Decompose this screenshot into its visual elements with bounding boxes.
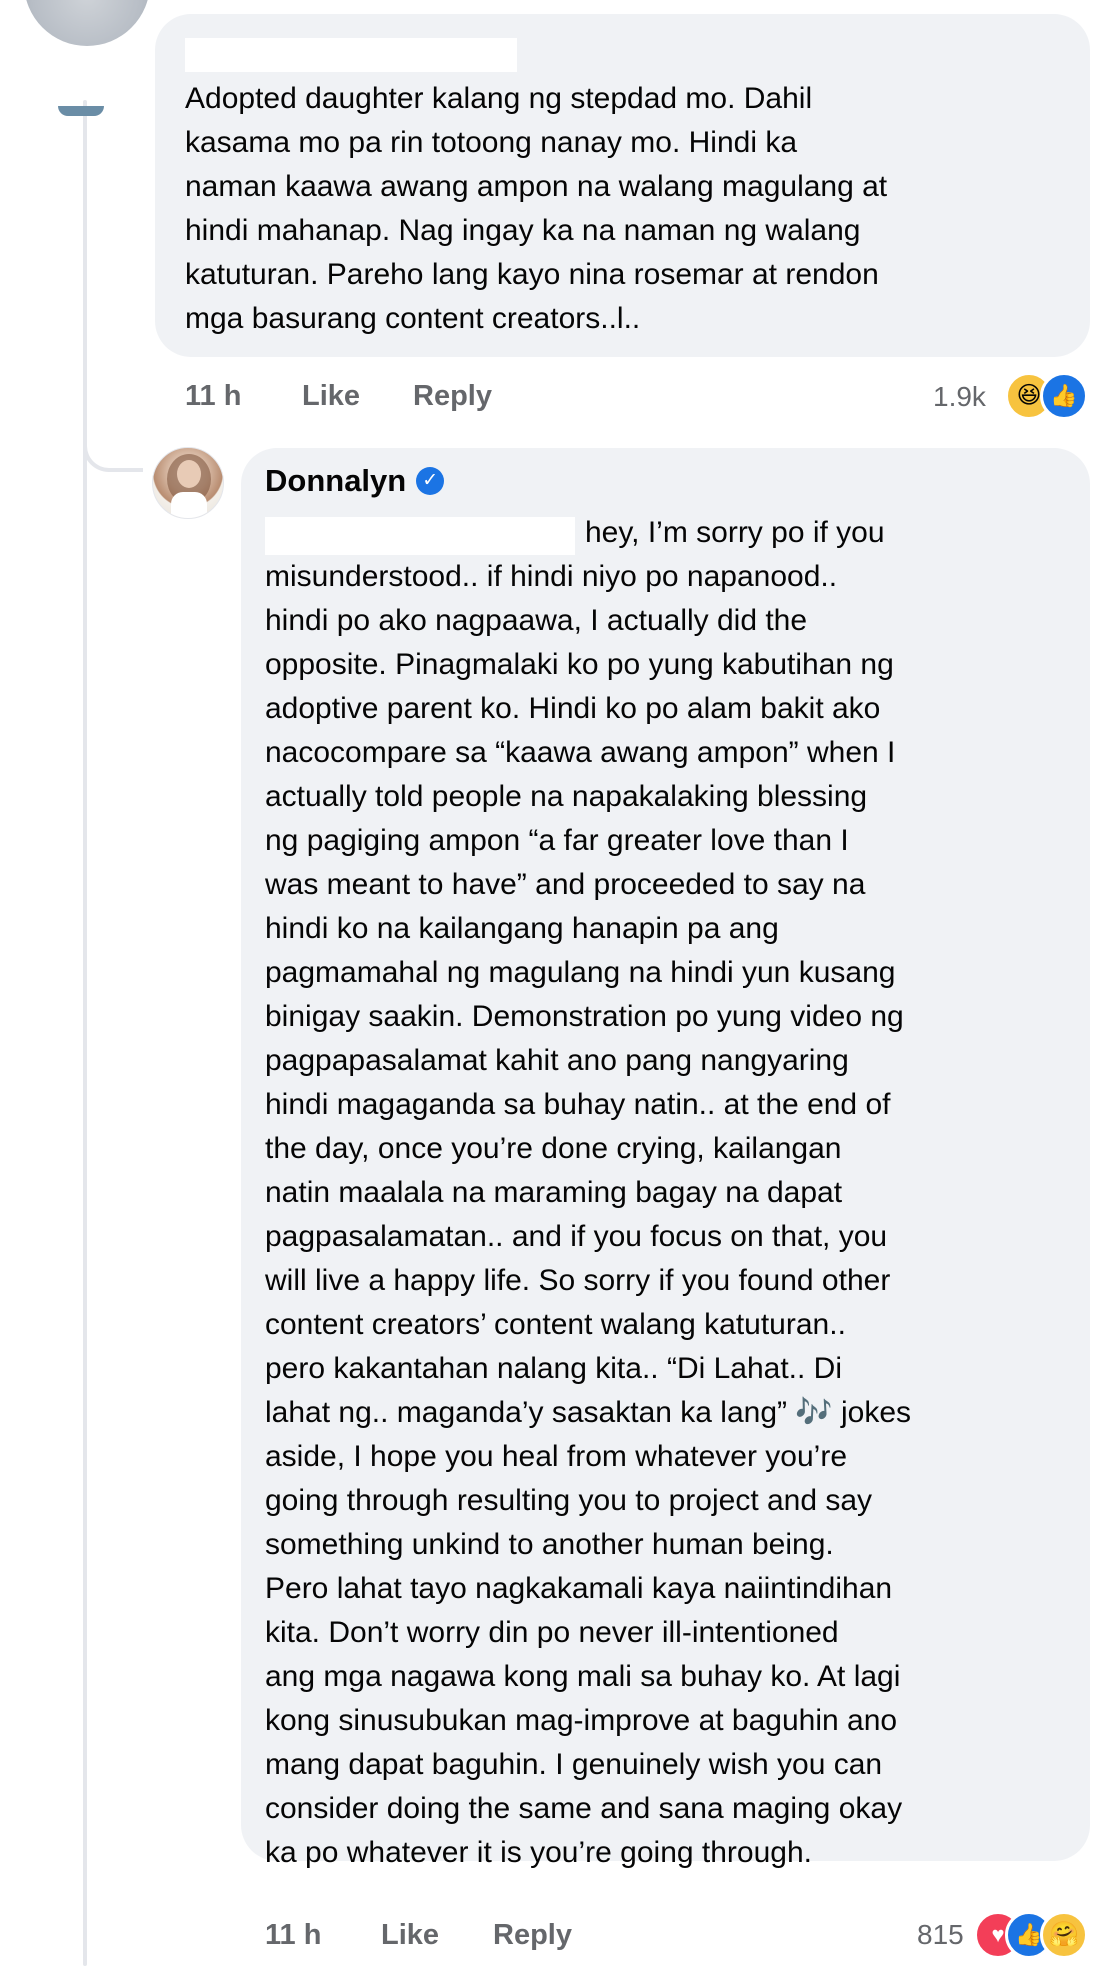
commenter-avatar-edge	[58, 106, 104, 116]
reaction-count[interactable]: 815	[917, 1919, 964, 1951]
author-name-row[interactable]: Donnalyn ✓	[265, 463, 445, 499]
comment-text: Adopted daughter kalang ng stepdad mo. D…	[185, 82, 888, 335]
reply-timestamp[interactable]: 11 h	[265, 1919, 321, 1952]
like-icon: 👍	[1040, 372, 1088, 420]
author-name[interactable]: Donnalyn	[265, 463, 406, 499]
avatar-dress	[171, 492, 207, 518]
thread-connector	[83, 430, 143, 472]
reaction-count[interactable]: 1.9k	[933, 381, 986, 413]
verified-badge-icon: ✓	[416, 467, 445, 495]
redacted-username	[185, 38, 517, 72]
care-icon: 🤗	[1040, 1911, 1088, 1959]
avatar-face	[177, 460, 201, 488]
comment-timestamp[interactable]: 11 h	[185, 380, 241, 413]
like-button[interactable]: Like	[302, 380, 360, 413]
reply-button[interactable]: Reply	[493, 1919, 572, 1952]
reply-text: hey, I’m sorry po if you misunderstood..…	[265, 516, 912, 1869]
author-avatar[interactable]	[152, 447, 224, 519]
reply-button[interactable]: Reply	[413, 380, 492, 413]
commenter-avatar[interactable]	[24, 0, 150, 46]
like-button[interactable]: Like	[381, 1919, 439, 1952]
thread-line	[83, 100, 87, 1966]
